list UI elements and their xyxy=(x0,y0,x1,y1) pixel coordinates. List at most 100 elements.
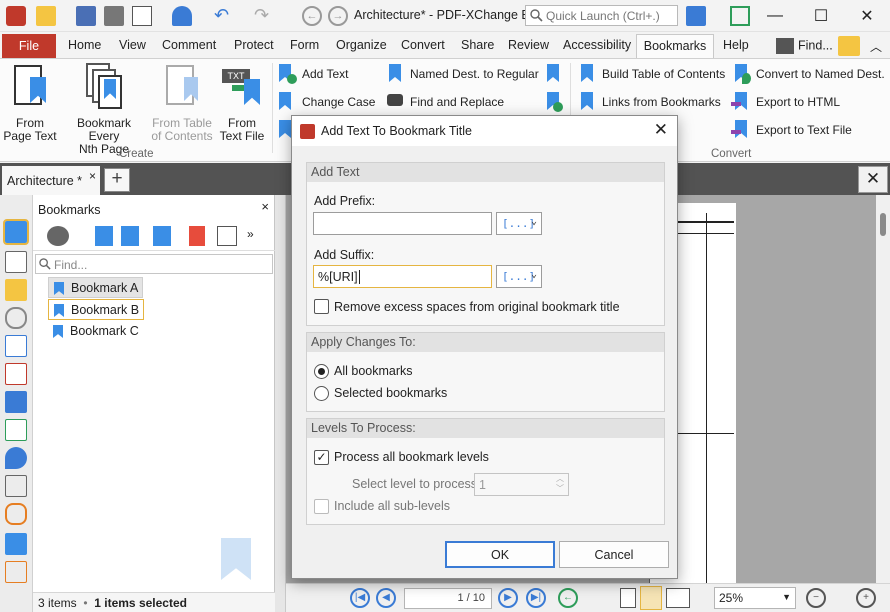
close-tab-icon[interactable]: × xyxy=(89,169,96,183)
comments-icon[interactable] xyxy=(5,279,27,301)
links-from-bookmarks-button[interactable]: Links from Bookmarks xyxy=(577,92,721,114)
export-html-button[interactable]: Export to HTML xyxy=(731,92,840,114)
vertical-scrollbar[interactable] xyxy=(876,195,890,583)
tag-icon[interactable] xyxy=(5,533,27,555)
suffix-input[interactable]: %[URI] xyxy=(313,265,492,288)
new-child-bookmark-icon[interactable] xyxy=(95,226,113,246)
selected-bookmarks-radio[interactable] xyxy=(314,386,329,401)
process-all-checkbox[interactable]: ✓ xyxy=(314,450,329,465)
menu-file[interactable]: File xyxy=(2,34,56,59)
structure-icon[interactable] xyxy=(5,475,27,497)
maximize-button[interactable]: ☐ xyxy=(798,0,844,32)
thumbnails-icon[interactable] xyxy=(5,251,27,273)
previous-view-icon[interactable]: ← xyxy=(558,588,578,608)
more-tools-icon[interactable]: » xyxy=(247,227,254,241)
layers-icon[interactable] xyxy=(5,391,27,413)
menu-accessibility[interactable]: Accessibility xyxy=(563,38,631,52)
level-stepper[interactable]: 1 ︿ ﹀ xyxy=(474,473,569,496)
last-page-icon[interactable]: ▶| xyxy=(526,588,546,608)
remove-spaces-checkbox[interactable] xyxy=(314,299,329,314)
page-number-input[interactable]: 1 / 10 xyxy=(404,588,492,609)
menu-convert[interactable]: Convert xyxy=(401,38,445,52)
undo-icon[interactable]: ↶ xyxy=(214,6,234,26)
find-and-replace-button[interactable]: Find and Replace xyxy=(385,92,504,114)
prefix-macro-button[interactable]: [...] ⌄ xyxy=(496,212,542,235)
ok-button[interactable]: OK xyxy=(445,541,555,568)
panel-splitter[interactable] xyxy=(275,195,286,612)
collapse-ribbon-icon[interactable]: ︿ xyxy=(870,38,882,55)
menu-bookmarks[interactable]: Bookmarks xyxy=(636,34,714,60)
document-tab[interactable]: Architecture * × xyxy=(2,166,100,195)
convert-named-dest-button[interactable]: Convert to Named Dest. xyxy=(731,64,885,86)
content-icon[interactable] xyxy=(5,335,27,357)
menu-protect[interactable]: Protect xyxy=(234,38,274,52)
from-text-file-button[interactable]: TXT From Text File xyxy=(216,63,268,143)
options-gear-icon[interactable] xyxy=(47,226,69,246)
facing-pages-icon[interactable] xyxy=(666,588,690,608)
new-tab-button[interactable]: + xyxy=(104,168,130,192)
cancel-button[interactable]: Cancel xyxy=(559,541,669,568)
zoom-in-icon[interactable]: + xyxy=(856,588,876,608)
close-panel-icon[interactable]: × xyxy=(261,199,269,214)
from-page-text-button[interactable]: From Page Text xyxy=(3,63,57,143)
all-bookmarks-radio[interactable] xyxy=(314,364,329,379)
find-button[interactable]: Find... xyxy=(776,38,833,54)
menu-home[interactable]: Home xyxy=(68,38,101,52)
bookmark-validate-button[interactable] xyxy=(543,92,568,114)
settings-icon[interactable] xyxy=(686,6,706,26)
menu-comment[interactable]: Comment xyxy=(162,38,216,52)
add-text-button[interactable]: Add Text xyxy=(277,64,348,86)
close-window-button[interactable]: ✕ xyxy=(844,0,890,32)
signatures-icon[interactable] xyxy=(5,363,27,385)
attachments-icon[interactable] xyxy=(5,307,27,329)
close-document-button[interactable]: ✕ xyxy=(858,166,888,193)
single-page-icon[interactable] xyxy=(620,588,636,608)
prev-page-icon[interactable]: ◀ xyxy=(376,588,396,608)
prefix-input[interactable] xyxy=(313,212,492,235)
bookmark-arrange-button[interactable] xyxy=(543,64,568,86)
forward-icon[interactable]: → xyxy=(328,6,348,26)
export-text-button[interactable]: Export to Text File xyxy=(731,120,852,142)
change-case-button[interactable]: Change Case xyxy=(277,92,375,114)
from-toc-button[interactable]: From Table of Contents xyxy=(150,63,214,143)
new-sibling-bookmark-icon[interactable] xyxy=(121,226,139,246)
zoom-select[interactable]: 25% ▼ xyxy=(714,587,796,609)
folder-search-icon[interactable] xyxy=(838,36,860,56)
scrollbar-thumb[interactable] xyxy=(880,213,886,236)
bookmarks-find-input[interactable]: Find... xyxy=(35,254,273,274)
fullscreen-icon[interactable] xyxy=(730,6,750,26)
open-folder-icon[interactable] xyxy=(36,6,56,26)
menu-help[interactable]: Help xyxy=(723,38,749,52)
next-page-icon[interactable]: ▶ xyxy=(498,588,518,608)
minimize-button[interactable]: — xyxy=(752,0,798,32)
save-icon[interactable] xyxy=(76,6,96,26)
dialog-close-button[interactable]: ✕ xyxy=(654,120,668,140)
bookmarks-panel-icon[interactable] xyxy=(3,219,29,245)
zoom-out-icon[interactable]: − xyxy=(806,588,826,608)
add-bookmark-icon[interactable] xyxy=(153,226,171,246)
print-icon[interactable] xyxy=(104,6,124,26)
include-sublevels-checkbox[interactable] xyxy=(314,499,329,514)
back-icon[interactable]: ← xyxy=(302,6,322,26)
first-page-icon[interactable]: |◀ xyxy=(350,588,370,608)
bookmark-item[interactable]: Bookmark B xyxy=(48,299,145,320)
redo-icon[interactable]: ↷ xyxy=(254,6,274,26)
build-toc-button[interactable]: Build Table of Contents xyxy=(577,64,725,86)
delete-icon[interactable] xyxy=(189,226,205,246)
named-dest-to-regular-button[interactable]: Named Dest. to Regular xyxy=(385,64,539,86)
links-icon[interactable] xyxy=(5,503,27,525)
continuous-page-icon[interactable] xyxy=(640,586,662,610)
menu-organize[interactable]: Organize xyxy=(336,38,387,52)
menu-share[interactable]: Share xyxy=(461,38,494,52)
suffix-macro-button[interactable]: [...] ⌄ xyxy=(496,265,542,288)
bookmark-every-nth-page-button[interactable]: Bookmark Every Nth Page xyxy=(60,63,148,156)
tags-icon[interactable] xyxy=(5,419,27,441)
email-icon[interactable] xyxy=(132,6,152,26)
bookmark-item[interactable]: Bookmark C xyxy=(48,321,143,342)
bookmark-item[interactable]: Bookmark A xyxy=(48,277,144,298)
quick-launch-input[interactable]: Quick Launch (Ctrl+.) xyxy=(525,5,678,26)
destinations-icon[interactable] xyxy=(5,447,27,469)
scan-icon[interactable] xyxy=(172,6,192,26)
menu-review[interactable]: Review xyxy=(508,38,549,52)
menu-form[interactable]: Form xyxy=(290,38,319,52)
